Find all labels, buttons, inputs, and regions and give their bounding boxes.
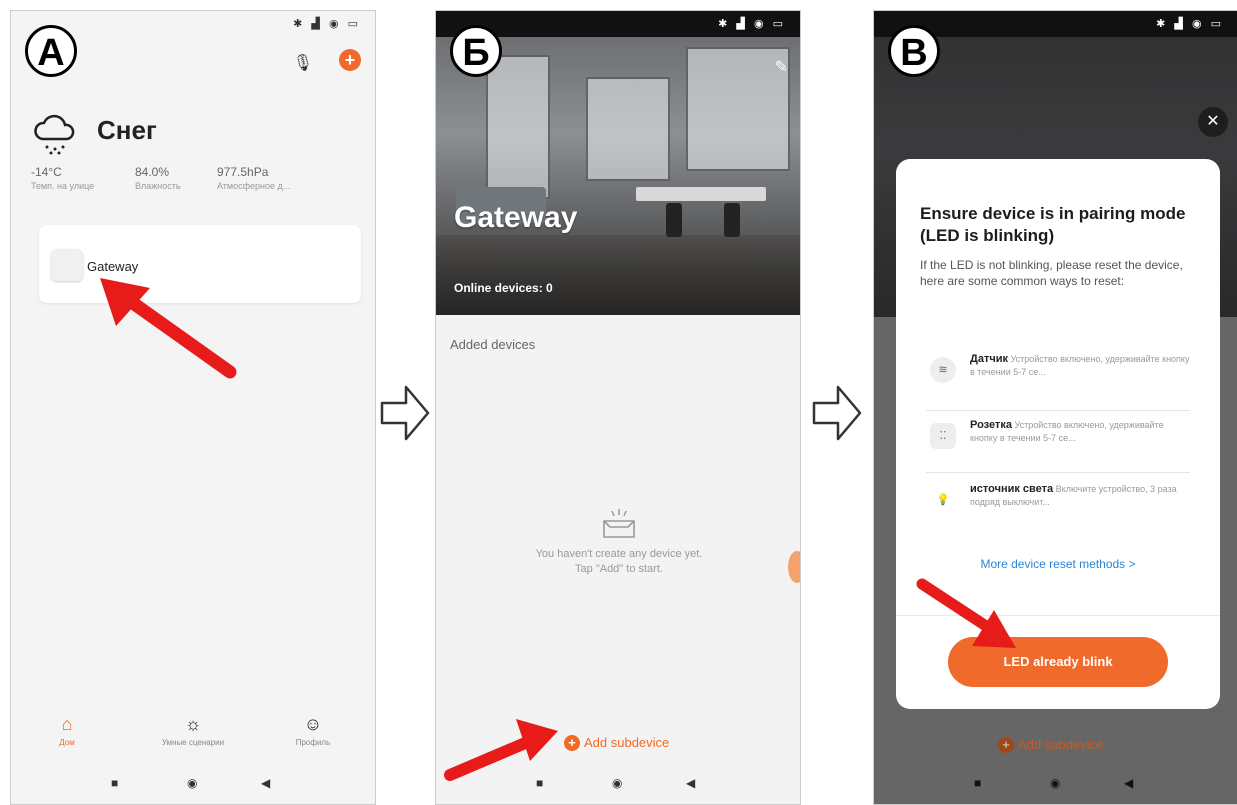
status-icons: ✱ ▟ ◉ ▭	[1156, 18, 1224, 30]
phone-a-screen: ✱ ▟ ◉ ▭ A 🎙 + Снег -14°C Темп. на улице …	[10, 10, 376, 805]
stat-value: 977.5hPa	[217, 165, 269, 179]
pressure-stat: 977.5hPa Атмосферное д...	[217, 165, 290, 191]
home-button-icon[interactable]: ◉	[187, 776, 197, 790]
divider	[926, 472, 1190, 473]
stat-value: 84.0%	[135, 165, 170, 179]
profile-icon: ☺	[303, 714, 323, 734]
online-devices-count: Online devices: 0	[454, 281, 553, 295]
snow-cloud-icon	[34, 114, 75, 155]
sun-icon: ☼	[184, 714, 202, 734]
recents-icon[interactable]: ■	[536, 776, 543, 790]
more-reset-methods-link[interactable]: More device reset methods >	[896, 557, 1220, 571]
gateway-title: Gateway	[454, 201, 578, 234]
back-icon[interactable]: ◀	[686, 776, 695, 790]
method-text: Розетка Устройство включено, удерживайте…	[970, 419, 1192, 445]
add-subdevice-label: Add subdevice	[584, 735, 670, 750]
led-already-blink-button[interactable]: LED already blink	[948, 637, 1168, 687]
empty-line-1: You haven't create any device yet.	[535, 548, 703, 560]
plus-icon: +	[564, 735, 580, 751]
android-nav-bar: ■ ◉ ◀	[11, 764, 375, 804]
step-arrow-icon	[812, 385, 862, 441]
step-arrow-icon	[380, 385, 430, 441]
back-icon[interactable]: ◀	[1124, 776, 1133, 790]
add-subdevice-button[interactable]: + Add subdevice	[564, 735, 669, 751]
home-button-icon[interactable]: ◉	[612, 776, 622, 790]
recents-icon[interactable]: ■	[111, 776, 118, 790]
method-name: источник света	[970, 483, 1054, 495]
stat-label: Влажность	[135, 181, 181, 191]
nav-label: Умные сценарии	[161, 738, 225, 747]
nav-smart-scenarios[interactable]: ☼ Умные сценарии	[143, 714, 243, 747]
weather-condition: Снег	[97, 115, 157, 145]
reset-method-light[interactable]: 💡 источник света Включите устройство, 3 …	[926, 481, 1190, 537]
stat-label: Темп. на улице	[31, 181, 95, 191]
add-device-button[interactable]: +	[339, 49, 361, 71]
divider	[926, 410, 1190, 411]
home-button-icon[interactable]: ◉	[1050, 776, 1060, 790]
added-devices-heading: Added devices	[450, 337, 536, 352]
microphone-icon[interactable]: 🎙	[293, 53, 313, 73]
socket-icon: ⁚⁚	[930, 423, 956, 449]
stat-label: Атмосферное д...	[217, 181, 291, 191]
empty-state-text: You haven't create any device yet. Tap "…	[496, 547, 742, 577]
nav-profile[interactable]: ☺ Профиль	[263, 714, 363, 747]
divider	[896, 615, 1220, 616]
step-label-b: Б	[450, 25, 502, 77]
nav-label: Профиль	[295, 738, 331, 747]
plus-icon: +	[998, 737, 1014, 753]
home-icon: ⌂	[61, 714, 73, 734]
nav-home[interactable]: ⌂ Дом	[17, 714, 117, 747]
step-label-c: В	[888, 25, 940, 77]
add-subdevice-label: Add subdevice	[1018, 737, 1104, 752]
device-name: Gateway	[87, 259, 139, 274]
android-nav-bar: ■ ◉ ◀	[436, 764, 800, 804]
light-bulb-icon: 💡	[936, 494, 950, 506]
android-nav-bar: ■ ◉ ◀	[874, 764, 1237, 804]
side-handle[interactable]	[788, 551, 800, 583]
method-text: источник света Включите устройство, 3 ра…	[970, 483, 1192, 509]
empty-box-icon	[603, 509, 635, 538]
pairing-mode-dialog: Ensure device is in pairing mode (LED is…	[896, 159, 1220, 709]
sensor-icon: ≋	[930, 357, 956, 383]
method-name: Розетка	[970, 419, 1012, 431]
temperature-stat: -14°C Темп. на улице	[31, 165, 94, 191]
close-icon[interactable]: ✕	[1198, 107, 1228, 137]
back-icon[interactable]: ◀	[261, 776, 270, 790]
humidity-stat: 84.0% Влажность	[135, 165, 181, 191]
stat-value: -14°C	[31, 165, 62, 179]
gateway-device-card[interactable]: Gateway	[39, 225, 361, 303]
dialog-description: If the LED is not blinking, please reset…	[920, 258, 1183, 288]
step-label-a: A	[25, 25, 77, 77]
phone-c-screen: ✱ ▟ ◉ ▭ В ✕ Ensure device is in pairing …	[873, 10, 1237, 805]
reset-method-sensor[interactable]: ≋ Датчик Устройство включено, удерживайт…	[926, 351, 1190, 407]
method-text: Датчик Устройство включено, удерживайте …	[970, 353, 1192, 379]
gateway-thumbnail	[51, 249, 83, 281]
nav-label: Дом	[59, 738, 75, 747]
dialog-title: Ensure device is in pairing mode (LED is…	[920, 204, 1186, 245]
bottom-navigation: ⌂ Дом ☼ Умные сценарии ☺ Профиль	[11, 710, 375, 762]
edit-icon[interactable]: ✎	[775, 57, 788, 77]
reset-method-socket[interactable]: ⁚⁚ Розетка Устройство включено, удержива…	[926, 417, 1190, 473]
method-name: Датчик	[970, 353, 1008, 365]
phone-b-screen: ✱ ▟ ◉ ▭ ✎ Б Gateway Online devices: 0 Ad…	[435, 10, 801, 805]
status-icons: ✱ ▟ ◉ ▭	[293, 18, 361, 30]
status-icons: ✱ ▟ ◉ ▭	[718, 18, 786, 30]
add-subdevice-button: + Add subdevice	[998, 737, 1103, 753]
empty-line-2: Tap "Add" to start.	[575, 563, 663, 575]
room-photo	[436, 37, 800, 315]
recents-icon[interactable]: ■	[974, 776, 981, 790]
